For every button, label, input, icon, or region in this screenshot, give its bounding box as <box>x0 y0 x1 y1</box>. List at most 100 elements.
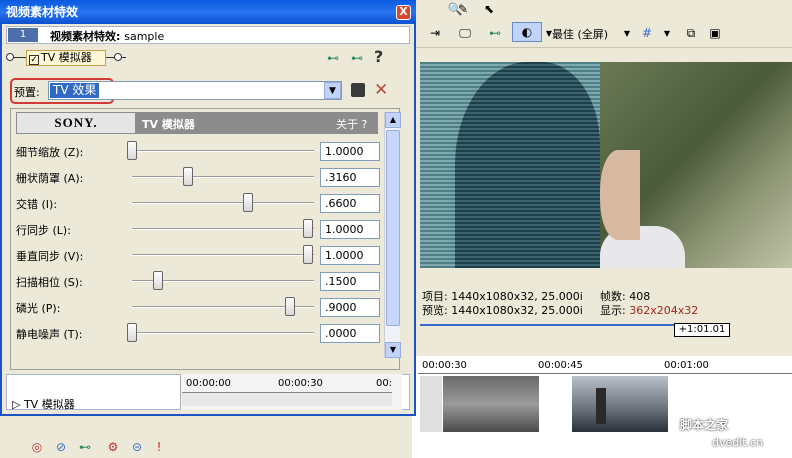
kf-time-30: 00:00:30 <box>278 378 323 389</box>
timeline-cursor-bar: +1:01.01 <box>420 320 792 338</box>
param-value-input[interactable]: .0000 <box>320 324 380 343</box>
plugin-name: TV 模拟器 <box>142 118 195 131</box>
copy-icon[interactable]: ⧉ <box>682 24 700 42</box>
overlay-mode-button[interactable]: ◐ <box>512 22 542 42</box>
param-row: 扫描相位 (S): .1500 <box>14 270 384 294</box>
param-slider-thumb[interactable] <box>285 297 296 316</box>
display-label: 显示: <box>600 304 626 317</box>
scroll-up-icon[interactable]: ▲ <box>385 112 401 128</box>
fx-chip-tv-simulator[interactable]: ✓ TV 模拟器 <box>26 50 106 66</box>
keyframe-track-label[interactable]: ▷ TV 模拟器 <box>12 396 75 412</box>
param-value-input[interactable]: 1.0000 <box>320 220 380 239</box>
chevron-down-icon[interactable]: ▼ <box>618 24 636 42</box>
param-slider-track[interactable] <box>132 176 314 178</box>
param-value-input[interactable]: .1500 <box>320 272 380 291</box>
param-slider-thumb[interactable] <box>182 167 193 186</box>
preview-info: 项目: 1440x1080x32, 25.000i 帧数: 408 预览: 14… <box>420 284 792 320</box>
param-slider-track[interactable] <box>132 202 314 204</box>
param-value-input[interactable]: .6600 <box>320 194 380 213</box>
preview-image-hair <box>455 62 600 268</box>
param-list: 细节缩放 (Z): 1.0000 栅状荫罩 (A): .3160 交错 (I): .660… <box>0 140 400 360</box>
track-controls: ◎ ⊘ ⊷ ⚙ ⊝ ! <box>0 436 180 458</box>
param-label: 交错 (I): <box>16 198 58 211</box>
ruler-mark-45: 00:00:45 <box>538 360 583 371</box>
param-value-input[interactable]: 1.0000 <box>320 246 380 265</box>
plug-icon[interactable]: ⊷ <box>486 24 504 42</box>
save-preset-icon[interactable] <box>351 83 365 97</box>
chevron-down-icon[interactable]: ▼ <box>658 24 676 42</box>
param-label: 栅状荫罩 (A): <box>16 172 84 185</box>
delete-preset-icon[interactable]: ✕ <box>374 80 388 100</box>
grid-icon[interactable]: # <box>638 24 656 42</box>
sony-logo: SONY. <box>17 113 135 133</box>
param-value-input[interactable]: .9000 <box>320 298 380 317</box>
top-toolbar-strip: 🔍 ✎ ⬉ <box>412 0 792 18</box>
timeline-ruler[interactable]: 00:00:30 00:00:45 00:01:00 <box>418 358 792 374</box>
param-slider-thumb[interactable] <box>303 245 313 264</box>
param-value-input[interactable]: 1.0000 <box>320 142 380 161</box>
chain-start-node <box>6 53 14 61</box>
remove-plugin-icon[interactable]: ⊷ <box>348 49 366 67</box>
header-label: 视频素材特效: <box>50 30 125 43</box>
param-slider-thumb[interactable] <box>153 271 164 290</box>
param-slider-thumb[interactable] <box>127 141 137 160</box>
param-slider-track[interactable] <box>132 228 314 230</box>
bypass-icon[interactable]: ⊘ <box>52 438 70 456</box>
quality-dropdown[interactable]: 最佳 (全屏) <box>552 26 608 42</box>
preset-label: 预置: <box>14 86 40 99</box>
record-icon[interactable]: ◎ <box>28 438 46 456</box>
header-number: 1 <box>8 28 38 42</box>
param-slider-thumb[interactable] <box>243 193 254 212</box>
ruler-mark-60: 00:01:00 <box>664 360 709 371</box>
preview-image-face <box>600 150 640 240</box>
panel-scrollbar[interactable]: ▲ ▼ <box>384 112 401 358</box>
param-row: 交错 (I): .6600 <box>14 192 384 216</box>
param-slider-track[interactable] <box>132 332 314 334</box>
param-slider-thumb[interactable] <box>303 219 313 238</box>
scroll-down-icon[interactable]: ▼ <box>385 342 401 358</box>
ruler-mark-30: 00:00:30 <box>422 360 467 371</box>
param-row: 垂直同步 (V): 1.0000 <box>14 244 384 268</box>
param-label: 细节缩放 (Z): <box>16 146 84 159</box>
param-label: 磷光 (P): <box>16 302 61 315</box>
kf-time-0: 00:00:00 <box>186 378 231 389</box>
split-icon[interactable]: ⇥ <box>426 24 444 42</box>
param-row: 静电噪声 (T): .0000 <box>14 322 384 346</box>
param-slider-track[interactable] <box>132 150 314 152</box>
param-slider-thumb[interactable] <box>127 323 137 342</box>
scroll-thumb[interactable] <box>386 130 400 326</box>
param-label: 行同步 (L): <box>16 224 71 237</box>
param-row: 细节缩放 (Z): 1.0000 <box>14 140 384 164</box>
alert-icon[interactable]: ! <box>150 438 168 456</box>
no-entry-icon[interactable]: ⊝ <box>128 438 146 456</box>
watermark-logo: 脚本之家 <box>680 418 729 432</box>
param-slider-track[interactable] <box>132 254 314 256</box>
keyframe-track[interactable] <box>182 392 392 406</box>
save-frame-icon[interactable]: ▣ <box>706 24 724 42</box>
about-link[interactable]: 关于 ? <box>336 116 367 132</box>
timeline-clip-tower[interactable] <box>572 376 668 432</box>
plug-icon[interactable]: ⊷ <box>76 438 94 456</box>
header-title: 视频素材特效: sample <box>50 28 164 44</box>
timeline-clip[interactable] <box>420 376 442 432</box>
chevron-down-icon[interactable]: ▼ <box>324 82 341 99</box>
pencil-icon[interactable]: ✎ <box>454 0 472 18</box>
dialog-titlebar[interactable]: 视频素材特效 <box>0 0 416 24</box>
cursor-icon[interactable]: ⬉ <box>480 0 498 18</box>
preview-toolbar: ⇥ 🖵 ⊷ ◐ ▼ 最佳 (全屏) ▼ # ▼ ⧉ ▣ <box>412 18 792 48</box>
cursor-time: +1:01.01 <box>674 323 730 337</box>
close-button[interactable]: X <box>396 5 411 20</box>
checkbox-icon[interactable]: ✓ <box>29 55 39 65</box>
timeline-clip-water[interactable] <box>443 376 539 432</box>
param-value-input[interactable]: .3160 <box>320 168 380 187</box>
plug-in-chain-icon[interactable]: ⊷ <box>324 49 342 67</box>
param-label: 垂直同步 (V): <box>16 250 84 263</box>
preview-res-label: 预览: <box>422 304 448 317</box>
param-row: 行同步 (L): 1.0000 <box>14 218 384 242</box>
fx-chip-label: TV 模拟器 <box>41 51 92 64</box>
help-icon[interactable]: ? <box>374 47 383 66</box>
app-window: 🔍 ✎ ⬉ ⇥ 🖵 ⊷ ◐ ▼ 最佳 (全屏) ▼ # ▼ ⧉ ▣ 项目: 14… <box>0 0 792 458</box>
gear-icon[interactable]: ⚙ <box>104 438 122 456</box>
preset-value[interactable]: TV 效果 <box>50 83 100 98</box>
monitor-icon[interactable]: 🖵 <box>456 24 474 42</box>
